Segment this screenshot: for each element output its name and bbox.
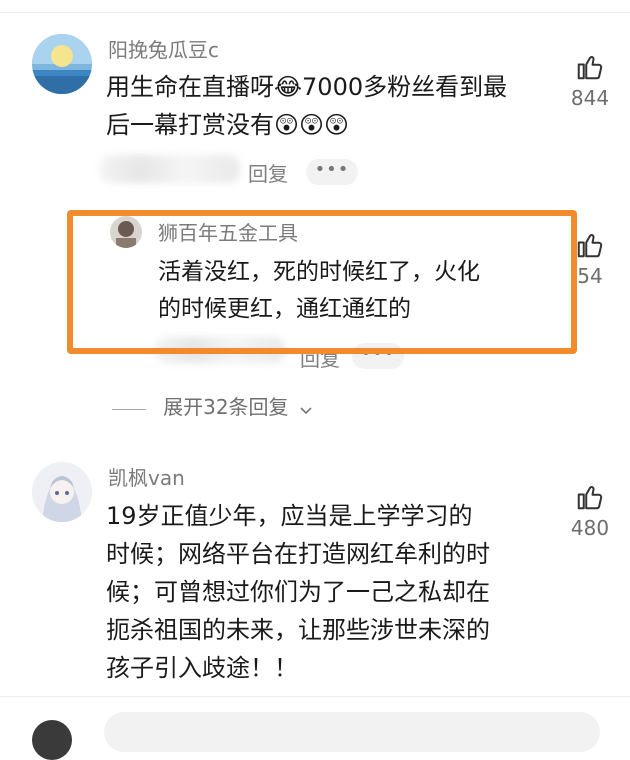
comment-text-line: 孩子引入歧途！！ <box>106 654 298 682</box>
comment-input-field[interactable] <box>104 712 600 752</box>
comment-text-line: 扼杀祖国的未来，让那些涉世未深的 <box>106 616 490 644</box>
reply-button[interactable]: 回复 <box>248 158 288 187</box>
expand-replies-button[interactable]: 展开32条回复 <box>112 391 314 420</box>
avatar-image-icon <box>32 34 92 94</box>
avatar[interactable] <box>32 462 92 522</box>
like-button[interactable]: 844 <box>560 52 620 114</box>
bottom-avatar <box>32 720 72 760</box>
like-button[interactable]: 480 <box>560 482 620 544</box>
comment-text-line: 19岁正值少年，应当是上学学习的 <box>106 502 473 530</box>
comment-username[interactable]: 凯枫van <box>108 462 185 491</box>
comment-username[interactable]: 阳挽兔瓜豆c <box>108 34 219 63</box>
like-count: 480 <box>570 516 610 540</box>
thumbs-up-icon <box>577 234 603 258</box>
comment-text: 用生命在直播呀😂7000多粉丝看到最 后一幕打赏没有😲😲😲 <box>106 68 556 144</box>
highlight-box <box>67 210 577 354</box>
comment-text-line: 时候；网络平台在打造网红牟利的时 <box>106 540 490 568</box>
comment-text-line: 后一幕打赏没有😲😲😲 <box>106 111 350 139</box>
thumbs-up-icon <box>577 486 603 510</box>
chevron-down-icon <box>300 406 312 414</box>
expand-dash <box>112 409 146 410</box>
more-options-button[interactable]: ••• <box>306 159 358 185</box>
comment-text-line: 候；可曾想过你们为了一己之私却在 <box>106 578 490 606</box>
top-divider <box>0 12 630 13</box>
thumbs-up-icon <box>577 56 603 80</box>
bottom-divider <box>0 696 630 697</box>
avatar-image-icon <box>32 462 92 522</box>
comment-text: 19岁正值少年，应当是上学学习的 时候；网络平台在打造网红牟利的时 候；可曾想过… <box>106 497 556 687</box>
avatar[interactable] <box>32 34 92 94</box>
like-count: 844 <box>570 86 610 110</box>
expand-replies-label: 展开32条回复 <box>163 395 289 419</box>
comment-text-line: 用生命在直播呀😂7000多粉丝看到最 <box>106 73 508 101</box>
blurred-timestamp <box>100 155 240 183</box>
